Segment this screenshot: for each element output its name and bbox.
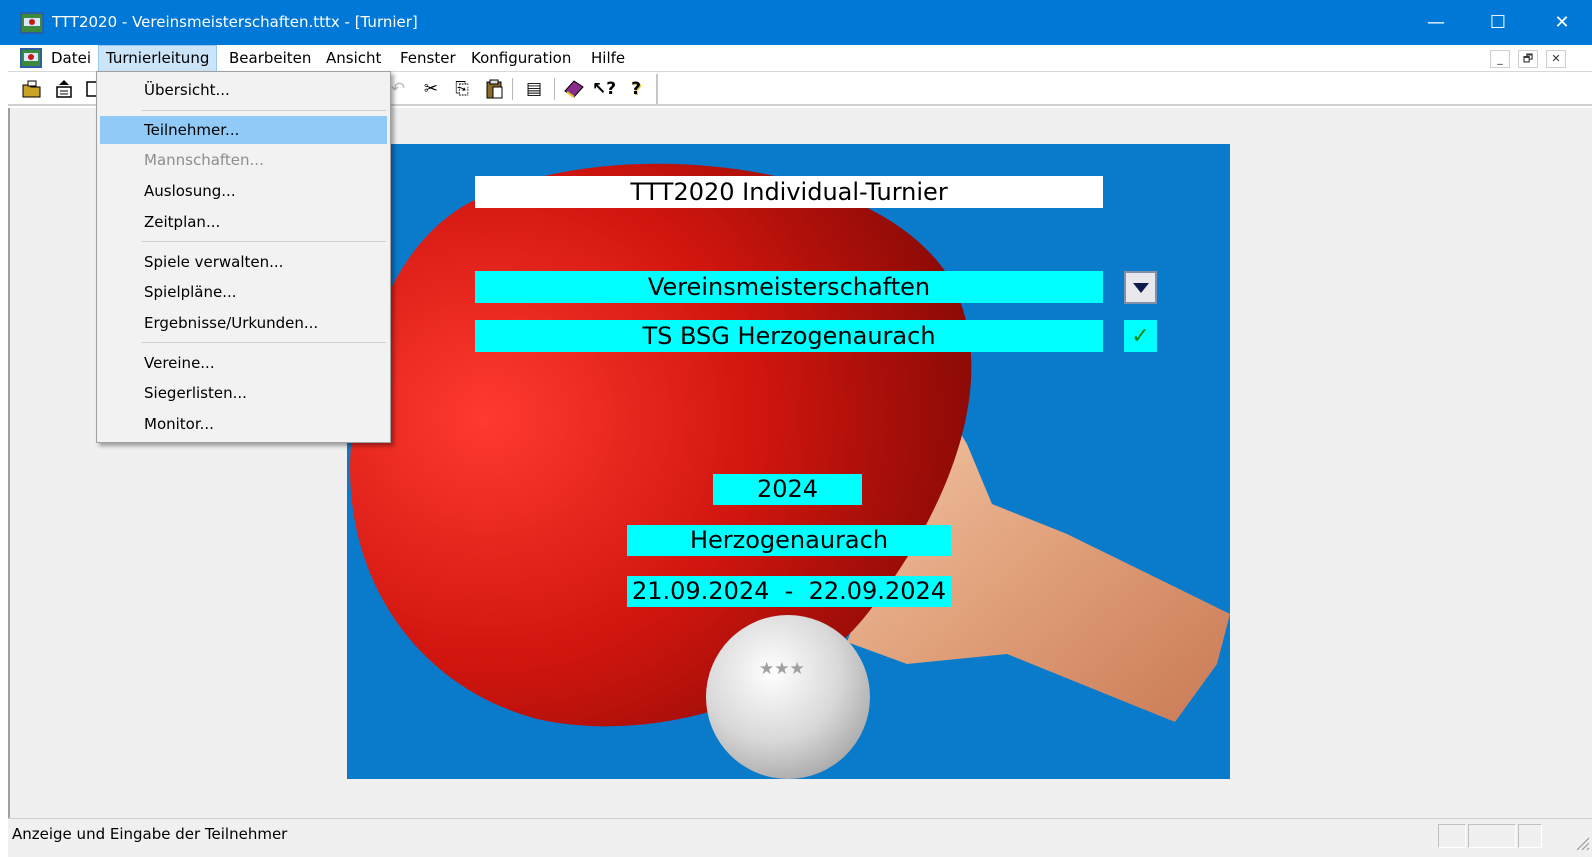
year-field[interactable]: 2024 (713, 474, 862, 505)
club-check-icon[interactable]: ✓ (1124, 320, 1157, 352)
menu-ansicht[interactable]: Ansicht (319, 45, 388, 72)
date-separator: - (784, 577, 794, 605)
table-tennis-artwork: ★★★ (349, 163, 1230, 779)
menu-bearbeiten[interactable]: Bearbeiten (222, 45, 318, 72)
menu-item-uebersicht[interactable]: Übersicht... (100, 76, 387, 104)
menu-item-siegerlisten[interactable]: Siegerlisten... (100, 379, 387, 407)
menu-konfiguration[interactable]: Konfiguration (464, 45, 578, 72)
tournament-type-field: TTT2020 Individual-Turnier (475, 176, 1103, 208)
menu-datei[interactable]: Datei (44, 45, 98, 72)
tournament-name-dropdown-button[interactable] (1124, 271, 1157, 304)
maximize-button[interactable]: ☐ (1466, 0, 1530, 45)
turnierleitung-menu: Übersicht... Teilnehmer... Mannschaften.… (96, 71, 391, 443)
menu-separator (142, 342, 386, 343)
window-title: TTT2020 - Vereinsmeisterschaften.tttx - … (52, 13, 418, 31)
menu-fenster[interactable]: Fenster (393, 45, 463, 72)
chevron-down-icon (1132, 282, 1149, 293)
title-bar: TTT2020 - Vereinsmeisterschaften.tttx - … (0, 0, 1592, 45)
menu-separator (142, 241, 386, 242)
menu-item-ergebnisse-urkunden[interactable]: Ergebnisse/Urkunden... (100, 309, 387, 337)
toolbar-separator (554, 78, 555, 100)
menu-item-zeitplan[interactable]: Zeitplan... (100, 208, 387, 236)
open-folder-icon[interactable] (20, 77, 44, 101)
paste-icon[interactable] (482, 77, 506, 101)
toolbar-end (656, 74, 658, 104)
tournament-name-field[interactable]: Vereinsmeisterschaften (475, 271, 1103, 303)
menu-item-spiele-verwalten[interactable]: Spiele verwalten... (100, 248, 387, 276)
status-pane (1518, 824, 1542, 848)
context-help-icon[interactable]: ↖? (592, 77, 616, 101)
resize-grip-icon[interactable] (1574, 835, 1590, 851)
menu-item-vereine[interactable]: Vereine... (100, 349, 387, 377)
mdi-close-button[interactable]: ✕ (1546, 50, 1566, 68)
status-bar: Anzeige und Eingabe der Teilnehmer (8, 818, 1592, 857)
mdi-restore-button[interactable]: 🗗 (1518, 50, 1538, 68)
location-field[interactable]: Herzogenaurach (627, 525, 951, 556)
menu-item-monitor[interactable]: Monitor... (100, 410, 387, 438)
tournament-panel: ★★★ TTT2020 Individual-Turnier Vereinsme… (347, 144, 1230, 779)
menu-turnierleitung[interactable]: Turnierleitung (98, 45, 218, 72)
status-text: Anzeige und Eingabe der Teilnehmer (12, 825, 288, 843)
date-to: 22.09.2024 (808, 577, 947, 605)
menu-item-mannschaften: Mannschaften... (144, 151, 264, 169)
menu-bar: Datei Turnierleitung Bearbeiten Ansicht … (8, 45, 1592, 72)
minimize-button[interactable]: — (1404, 0, 1468, 45)
help-icon[interactable]: ? (624, 77, 648, 101)
cut-icon[interactable]: ✂ (419, 77, 443, 101)
date-from: 21.09.2024 (631, 577, 770, 605)
toolbar-separator (512, 78, 513, 100)
list-icon[interactable]: ▤ (522, 77, 546, 101)
menu-hilfe[interactable]: Hilfe (584, 45, 632, 72)
document-icon[interactable] (20, 48, 42, 68)
app-icon (20, 12, 44, 34)
copy-icon[interactable]: ⎘ (450, 77, 474, 101)
ball-stars-text: ★★★ (759, 659, 805, 679)
menu-item-teilnehmer[interactable]: Teilnehmer... (100, 116, 387, 144)
club-field[interactable]: TS BSG Herzogenaurach (475, 320, 1103, 352)
menu-item-auslosung[interactable]: Auslosung... (100, 177, 387, 205)
menu-item-spielplaene[interactable]: Spielpläne... (100, 278, 387, 306)
status-pane (1468, 824, 1516, 848)
new-icon[interactable] (52, 77, 76, 101)
close-button[interactable]: ✕ (1530, 0, 1592, 45)
status-pane (1438, 824, 1466, 848)
mdi-minimize-button[interactable]: _ (1490, 50, 1510, 68)
date-range-field[interactable]: 21.09.2024 - 22.09.2024 (627, 576, 951, 607)
menu-separator (142, 110, 386, 111)
book-icon[interactable] (562, 77, 586, 101)
